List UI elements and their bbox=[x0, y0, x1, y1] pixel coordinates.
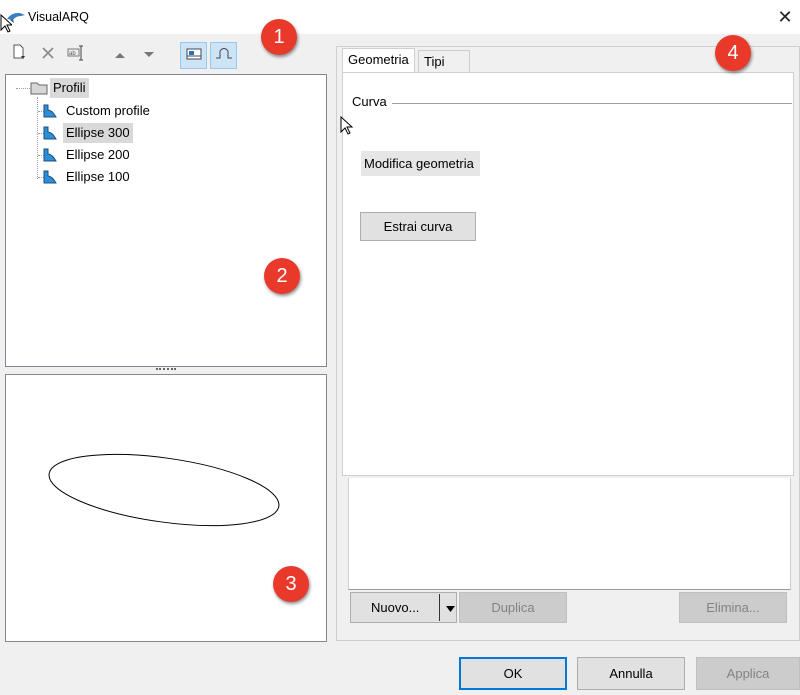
tab-tipi[interactable]: Tipi bbox=[418, 50, 470, 72]
new-button-label: Nuovo... bbox=[371, 600, 420, 615]
tree-item-label: Ellipse 300 bbox=[63, 123, 133, 143]
move-up-icon[interactable] bbox=[109, 44, 131, 66]
folder-icon bbox=[30, 82, 48, 95]
profile-toggle-icon[interactable] bbox=[210, 42, 237, 69]
extract-curve-button[interactable]: Estrai curva bbox=[360, 212, 476, 241]
mouse-pointer-icon bbox=[0, 14, 12, 33]
profile-icon bbox=[43, 126, 57, 140]
tree-item-label: Custom profile bbox=[66, 103, 150, 118]
callout-badge-1: 1 bbox=[261, 19, 297, 55]
rename-icon[interactable]: ab bbox=[66, 44, 88, 66]
profile-tree-panel: Profili Custom profile Ellipse 300 Ellip… bbox=[5, 74, 327, 367]
callout-badge-4: 4 bbox=[715, 35, 751, 71]
apply-button[interactable]: Applica bbox=[696, 657, 800, 690]
profile-icon bbox=[43, 104, 57, 118]
delete-icon[interactable] bbox=[37, 44, 59, 66]
mouse-cursor-icon bbox=[340, 116, 354, 135]
section-divider bbox=[392, 103, 792, 104]
profile-preview-panel bbox=[5, 374, 327, 642]
split-divider bbox=[439, 594, 440, 621]
new-icon[interactable] bbox=[8, 44, 30, 66]
profile-icon bbox=[43, 170, 57, 184]
delete-button[interactable]: Elimina... bbox=[679, 592, 787, 623]
new-button[interactable]: Nuovo... bbox=[350, 592, 457, 623]
profile-icon bbox=[43, 148, 57, 162]
move-down-icon[interactable] bbox=[138, 44, 160, 66]
tab-content-geometria bbox=[342, 72, 794, 476]
callout-badge-3: 3 bbox=[273, 566, 309, 602]
tree-item-label: Ellipse 100 bbox=[66, 169, 130, 184]
duplicate-button[interactable]: Duplica bbox=[459, 592, 567, 623]
splitter-grip[interactable] bbox=[156, 368, 176, 372]
title-bar bbox=[0, 0, 800, 34]
cancel-button[interactable]: Annulla bbox=[577, 657, 685, 690]
window-title: VisualARQ bbox=[28, 10, 89, 24]
type-list-area[interactable] bbox=[348, 478, 791, 590]
curve-section-label: Curva bbox=[352, 94, 387, 109]
callout-badge-2: 2 bbox=[264, 258, 300, 294]
view-toggle-icon[interactable] bbox=[180, 42, 207, 69]
tree-item-label: Ellipse 200 bbox=[66, 147, 130, 162]
ok-button[interactable]: OK bbox=[459, 657, 567, 690]
close-button[interactable]: ✕ bbox=[774, 6, 796, 28]
tab-geometria[interactable]: Geometria bbox=[342, 48, 415, 72]
tree-root-label: Profili bbox=[50, 78, 89, 98]
modify-geometry-button[interactable]: Modifica geometria bbox=[361, 151, 480, 176]
svg-text:ab: ab bbox=[69, 51, 76, 57]
new-dropdown-arrow-icon[interactable] bbox=[443, 592, 457, 623]
ellipse-preview-shape bbox=[48, 453, 280, 527]
